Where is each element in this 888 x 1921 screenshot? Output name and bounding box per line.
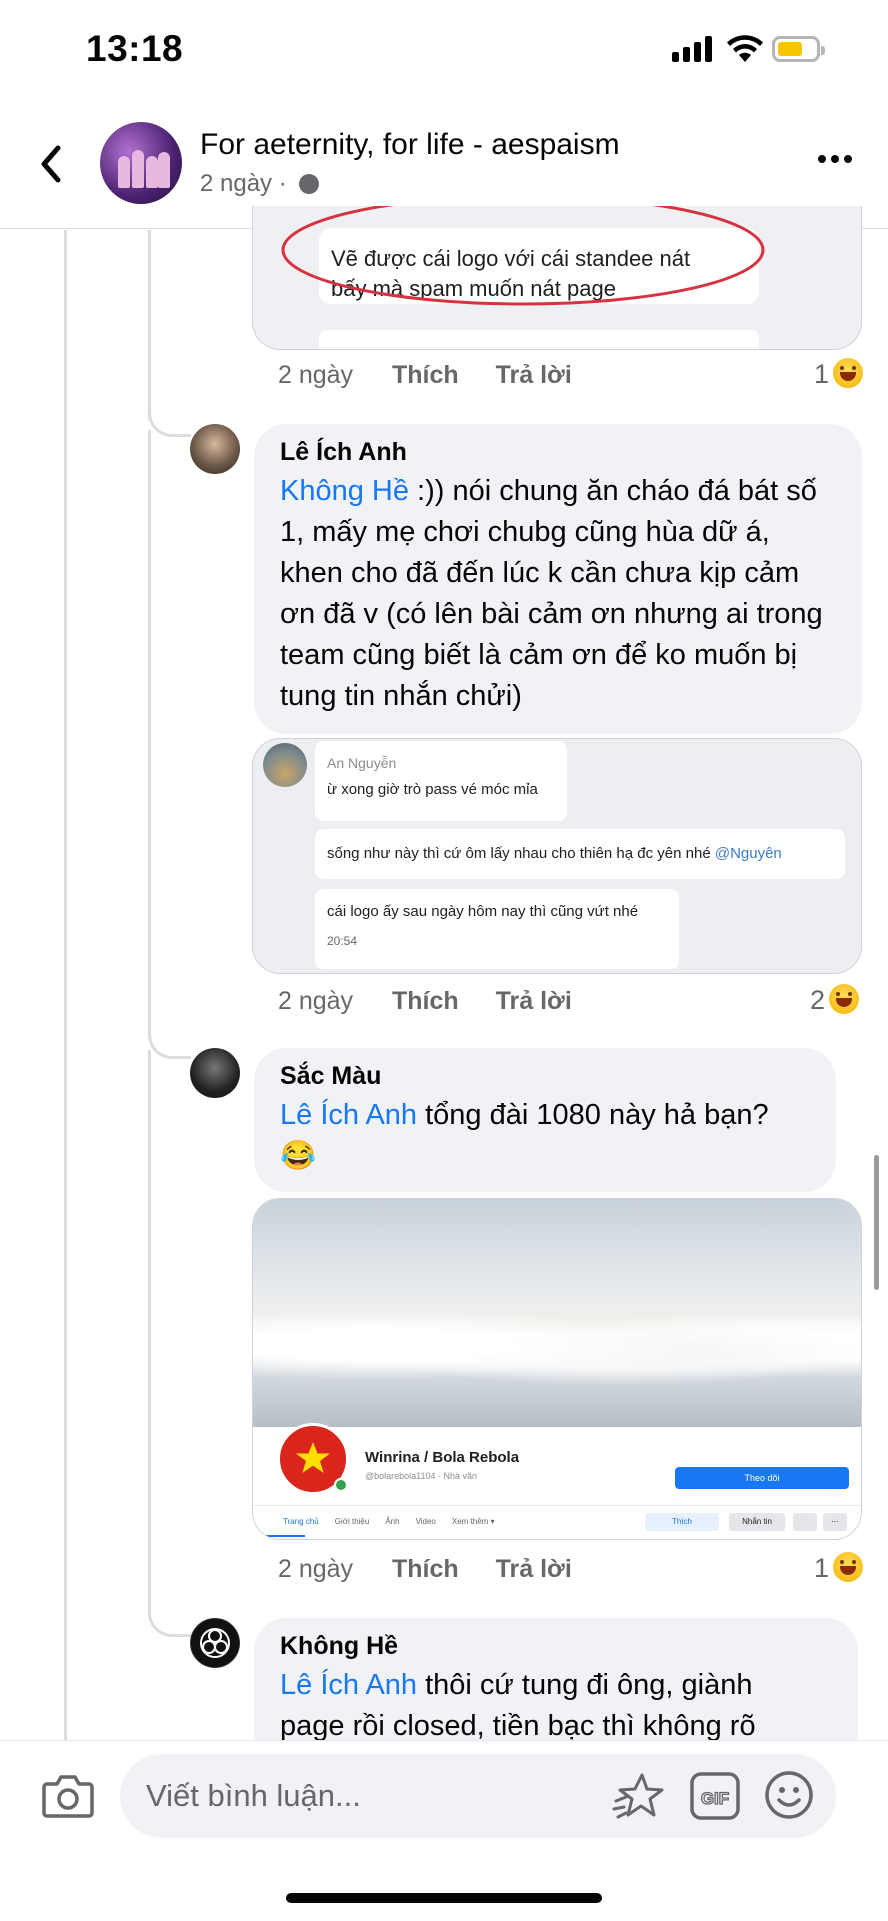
reply-button[interactable]: Trả lời [496, 987, 572, 1015]
post-meta: 2 ngày · [200, 170, 320, 198]
comment-attachment-image[interactable]: Winrina / Bola Rebola @bolarebola1104 · … [252, 1198, 862, 1540]
chat-message-text: sống như này thì cứ ôm lấy nhau cho thiê… [327, 845, 715, 862]
page-more-button: ··· [823, 1513, 847, 1531]
comment-actions: 2 ngày Thích Trả lời [278, 1555, 602, 1584]
back-chevron-icon[interactable] [36, 144, 66, 184]
haha-reaction-icon [829, 984, 860, 1014]
group-title[interactable]: For aeternity, for life - aespaism [200, 128, 620, 162]
globe-icon [299, 174, 320, 194]
reaction-count: 1 [814, 1553, 830, 1583]
reply-button[interactable]: Trả lời [496, 1555, 572, 1583]
camera-icon[interactable] [42, 1772, 94, 1818]
avatar[interactable] [190, 1048, 240, 1098]
reaction-count: 1 [814, 359, 830, 389]
comment-actions: 2 ngày Thích Trả lời [278, 987, 602, 1016]
comment-body: thôi cứ tung đi ông, giành [417, 1669, 753, 1701]
page-tab: Trang chủ [283, 1517, 319, 1526]
sender-name: An Nguyễn [327, 755, 397, 771]
comment-bubble: Lê Ích Anh Không Hề :)) nói chung ăn chá… [254, 424, 862, 734]
home-indicator [286, 1893, 602, 1903]
comment-time: 2 ngày [278, 361, 354, 389]
page-avatar-flag [277, 1423, 349, 1495]
page-search-icon [793, 1513, 817, 1531]
follow-label: Theo dõi [744, 1473, 780, 1483]
reply-button[interactable]: Trả lời [496, 361, 572, 389]
chat-screenshot-message: An Nguyễn ừ xong giờ trò pass vé móc mỉa [315, 741, 567, 821]
comment-attachment-image[interactable]: Vẽ được cái logo với cái standee nát bấy… [252, 206, 862, 350]
comment-author[interactable]: Không Hề [280, 1632, 834, 1661]
cellular-signal-icon [672, 36, 714, 62]
comment-body: page rồi closed, tiền bạc thì không rõ [280, 1710, 756, 1742]
thread-line [148, 230, 151, 420]
page-like-button: Thích [645, 1513, 719, 1531]
emoji-icon[interactable] [764, 1770, 814, 1820]
group-avatar[interactable] [100, 122, 182, 204]
follow-button: Theo dõi [675, 1467, 849, 1489]
avatar[interactable] [190, 1618, 240, 1668]
chat-mention: @Nguyên [714, 845, 782, 862]
comment-attachment-image[interactable]: An Nguyễn ừ xong giờ trò pass vé móc mỉa… [252, 738, 862, 974]
comment-body: tổng đài 1080 này hả bạn? [417, 1099, 769, 1131]
reaction-summary[interactable]: 1 [814, 358, 864, 390]
reaction-summary[interactable]: 2 [810, 984, 860, 1016]
thread-connector [148, 1588, 191, 1637]
thread-line [64, 230, 67, 1740]
chat-message-text: ừ xong giờ trò pass vé móc mỉa [327, 781, 538, 798]
page-tab: Ảnh [385, 1517, 400, 1526]
comment-bubble: Sắc Màu Lê Ích Anh tổng đài 1080 này hả … [254, 1048, 836, 1192]
avatar-sticker-icon[interactable] [612, 1771, 666, 1821]
status-time: 13:18 [86, 28, 184, 69]
like-button[interactable]: Thích [392, 987, 459, 1015]
avatar [263, 743, 307, 787]
comment-time: 2 ngày [278, 987, 354, 1015]
page-tab: Giới thiệu [334, 1517, 370, 1526]
chat-message-text: cái logo ấy sau ngày hôm nay thì cũng vứ… [327, 903, 639, 920]
thread-connector [148, 400, 191, 437]
avatar[interactable] [190, 424, 240, 474]
like-button[interactable]: Thích [392, 361, 459, 389]
thread-line [148, 430, 151, 1030]
chat-screenshot-message: sống như này thì cứ ôm lấy nhau cho thiê… [315, 829, 845, 879]
chat-message-time: 20:54 [327, 934, 358, 948]
page-tabs: Trang chủ Giới thiệu Ảnh Video Xem thêm ▾ [283, 1517, 495, 1526]
page-name: Winrina / Bola Rebola [365, 1449, 520, 1466]
mention-link[interactable]: Không Hề [280, 475, 409, 507]
haha-reaction-icon [833, 1552, 864, 1582]
comment-time: 2 ngày [278, 1555, 354, 1583]
reaction-summary[interactable]: 1 [814, 1552, 864, 1584]
svg-text:GIF: GIF [701, 1789, 729, 1808]
chat-screenshot-message: cái logo ấy sau ngày hôm nay thì cũng vứ… [315, 889, 679, 969]
comment-actions: 2 ngày Thích Trả lời [278, 361, 602, 390]
comment-body: :)) nói chung ăn cháo đá bát số 1, mấy m… [280, 475, 823, 712]
more-options-button[interactable] [818, 150, 857, 168]
comment-author[interactable]: Lê Ích Anh [280, 438, 838, 467]
gif-icon[interactable]: GIF [690, 1772, 740, 1820]
mention-link[interactable]: Lê Ích Anh [280, 1669, 417, 1701]
laughing-emoji: 😂 [280, 1140, 317, 1172]
thread-line [148, 1050, 151, 1610]
page-message-button: Nhắn tin [729, 1513, 785, 1531]
comment-author[interactable]: Sắc Màu [280, 1062, 812, 1091]
like-button[interactable]: Thích [392, 1555, 459, 1583]
comment-text: Lê Ích Anh tổng đài 1080 này hả bạn? 😂 [280, 1095, 812, 1177]
page-tab: Video [415, 1517, 436, 1526]
page-tab: Xem thêm ▾ [451, 1517, 495, 1526]
page-handle: @bolarebola1104 · Nhà văn [365, 1471, 478, 1481]
mention-link[interactable]: Lê Ích Anh [280, 1099, 417, 1131]
thread-connector [148, 1010, 191, 1059]
post-time: 2 ngày · [200, 170, 287, 197]
red-circle-annotation [281, 206, 765, 306]
reaction-count: 2 [810, 985, 826, 1015]
wifi-icon [727, 35, 763, 62]
haha-reaction-icon [833, 358, 864, 388]
comment-text: Không Hề :)) nói chung ăn cháo đá bát số… [280, 471, 838, 717]
chat-screenshot-message [319, 330, 759, 349]
scrollbar[interactable] [874, 1155, 879, 1290]
cover-photo-clouds [253, 1199, 861, 1427]
battery-icon [772, 36, 825, 62]
comment-text: Lê Ích Anh thôi cứ tung đi ông, giành pag… [280, 1665, 834, 1747]
